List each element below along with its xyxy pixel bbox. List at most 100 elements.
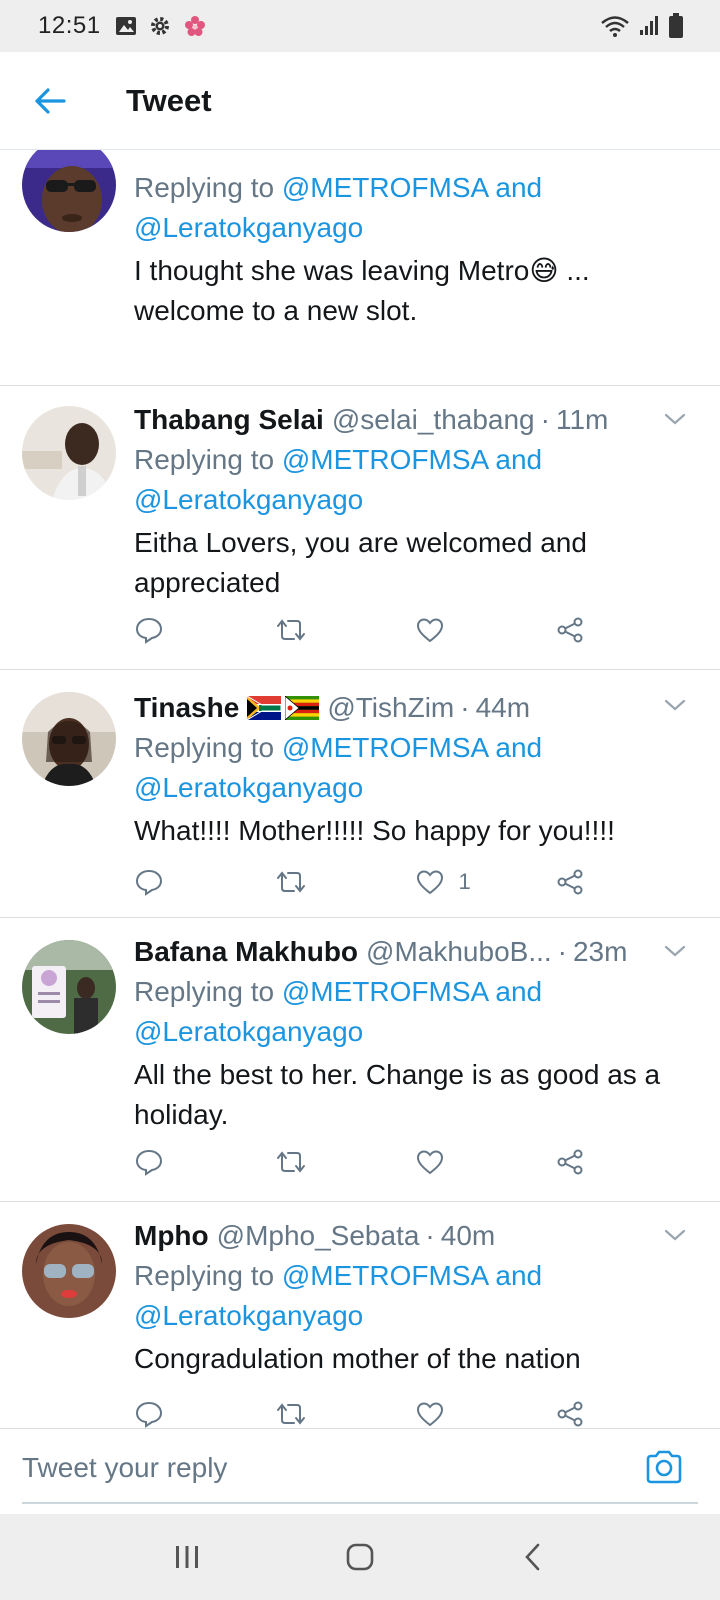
author-handle[interactable]: @selai_thabang — [332, 404, 535, 436]
gallery-icon — [115, 17, 136, 35]
tweet-item[interactable]: Thabang Selai @selai_thabang · 11m Reply… — [0, 386, 720, 670]
tweet-item[interactable]: Bafana Makhubo @MakhuboB... · 23m Replyi… — [0, 918, 720, 1202]
retweet-button[interactable] — [274, 1396, 414, 1428]
author-name[interactable]: Bafana Makhubo — [134, 936, 358, 968]
avatar[interactable] — [22, 940, 116, 1034]
tweet-time: 40m — [440, 1220, 496, 1251]
reply-button[interactable] — [134, 1396, 274, 1428]
like-button[interactable]: 1 — [415, 864, 555, 900]
flag-emojis — [247, 696, 320, 720]
mention-link[interactable]: @Leratokganyago — [134, 212, 363, 243]
back-nav-button[interactable] — [503, 1527, 563, 1587]
share-icon — [557, 617, 583, 643]
tweet-header: Mpho @Mpho_Sebata · 40m — [134, 1220, 496, 1252]
reply-icon — [135, 1401, 163, 1428]
share-icon — [557, 869, 583, 895]
home-button[interactable] — [330, 1527, 390, 1587]
retweet-icon — [277, 619, 306, 641]
tweet-content: Thabang Selai @selai_thabang · 11m Reply… — [134, 400, 700, 603]
back-button[interactable] — [0, 52, 100, 150]
mention-link[interactable]: @METROFMSA and — [282, 976, 542, 1007]
reply-button[interactable] — [134, 1144, 274, 1180]
battery-icon — [669, 13, 683, 38]
tweet-text: I thought she was leaving Metro😅 ... wel… — [134, 255, 590, 326]
tweet-header: Thabang Selai @selai_thabang · 11m — [134, 404, 609, 436]
tweet-header: Bafana Makhubo @MakhuboB... · 23m — [134, 936, 628, 968]
reply-icon — [135, 869, 163, 896]
author-handle[interactable]: @MakhuboB... — [366, 936, 552, 968]
tweet-item[interactable]: Tinashe @TishZim · 44m Replying to @METR… — [0, 670, 720, 918]
tweet-header — [134, 150, 700, 168]
status-time: 12:51 — [38, 12, 101, 39]
mention-link[interactable]: @Leratokganyago — [134, 484, 363, 515]
tweet-item[interactable]: Mpho @Mpho_Sebata · 40m Replying to @MET… — [0, 1202, 720, 1428]
reply-input[interactable] — [22, 1443, 622, 1493]
like-button[interactable] — [415, 612, 555, 648]
avatar[interactable] — [22, 1224, 116, 1318]
mention-link[interactable]: @METROFMSA and — [282, 172, 542, 203]
tweet-content: Mpho @Mpho_Sebata · 40m Replying to @MET… — [134, 1216, 700, 1379]
tweet-text: All the best to her. Change is as good a… — [134, 1059, 661, 1130]
tweet-actions: 1 — [134, 864, 594, 900]
share-button[interactable] — [555, 1144, 594, 1180]
mention-link[interactable]: @METROFMSA and — [282, 1260, 542, 1291]
flower-icon — [184, 16, 205, 36]
replying-to: Replying to @METROFMSA and @Leratokganya… — [134, 732, 543, 803]
like-button[interactable] — [415, 1396, 555, 1428]
zimbabwe-flag-icon — [285, 696, 320, 720]
status-icons-right — [600, 13, 684, 39]
author-name[interactable]: Thabang Selai — [134, 404, 324, 436]
emoji: 😅 — [529, 255, 559, 286]
tweet-content: Tinashe @TishZim · 44m Replying to @METR… — [134, 688, 700, 851]
mention-link[interactable]: @Leratokganyago — [134, 1016, 363, 1047]
back-icon — [525, 1543, 540, 1571]
reply-composer — [0, 1428, 720, 1514]
replying-to: Replying to @METROFMSA and @Leratokganya… — [134, 976, 543, 1047]
avatar[interactable] — [22, 692, 116, 786]
retweet-button[interactable] — [274, 1144, 414, 1180]
reply-feed[interactable]: Replying to @METROFMSA and @Leratokganya… — [0, 150, 720, 1428]
input-underline — [22, 1502, 698, 1504]
tweet-header: Tinashe @TishZim · 44m — [134, 692, 531, 724]
reply-icon — [135, 1149, 163, 1176]
author-handle[interactable]: @Mpho_Sebata — [217, 1220, 420, 1252]
tweet-actions — [134, 612, 594, 648]
tweet-item[interactable]: Replying to @METROFMSA and @Leratokganya… — [0, 150, 720, 386]
mention-link[interactable]: @Leratokganyago — [134, 772, 363, 803]
tweet-content: Replying to @METROFMSA and @Leratokganya… — [134, 150, 700, 331]
replying-to: Replying to @METROFMSA and @Leratokganya… — [134, 172, 543, 243]
share-icon — [557, 1401, 583, 1427]
tweet-actions — [134, 1144, 594, 1180]
tweet-actions — [134, 1396, 594, 1428]
home-icon — [346, 1543, 374, 1571]
share-button[interactable] — [555, 864, 594, 900]
tweet-time: 23m — [572, 936, 628, 967]
tweet-content: Bafana Makhubo @MakhuboB... · 23m Replyi… — [134, 932, 700, 1135]
retweet-button[interactable] — [274, 612, 414, 648]
retweet-icon — [277, 1151, 306, 1173]
replying-to: Replying to @METROFMSA and @Leratokganya… — [134, 1260, 543, 1331]
camera-icon — [646, 1450, 682, 1484]
author-name[interactable]: Tinashe — [134, 692, 239, 724]
camera-button[interactable] — [644, 1447, 684, 1487]
retweet-button[interactable] — [274, 864, 414, 900]
heart-icon — [416, 870, 443, 895]
share-button[interactable] — [555, 1396, 594, 1428]
recent-apps-button[interactable] — [157, 1527, 217, 1587]
like-button[interactable] — [415, 1144, 555, 1180]
mention-link[interactable]: @Leratokganyago — [134, 1300, 363, 1331]
avatar[interactable] — [22, 406, 116, 500]
heart-icon — [416, 1402, 443, 1427]
mention-link[interactable]: @METROFMSA and — [282, 444, 542, 475]
arrow-left-icon — [35, 87, 66, 114]
author-handle[interactable]: @TishZim — [327, 692, 454, 724]
mention-link[interactable]: @METROFMSA and — [282, 732, 542, 763]
reply-button[interactable] — [134, 864, 274, 900]
tweet-text: Congradulation mother of the nation — [134, 1343, 581, 1374]
status-icons-left — [115, 14, 207, 38]
retweet-icon — [277, 871, 306, 893]
share-button[interactable] — [555, 612, 594, 648]
author-name[interactable]: Mpho — [134, 1220, 209, 1252]
reply-button[interactable] — [134, 612, 274, 648]
avatar[interactable] — [22, 150, 116, 232]
